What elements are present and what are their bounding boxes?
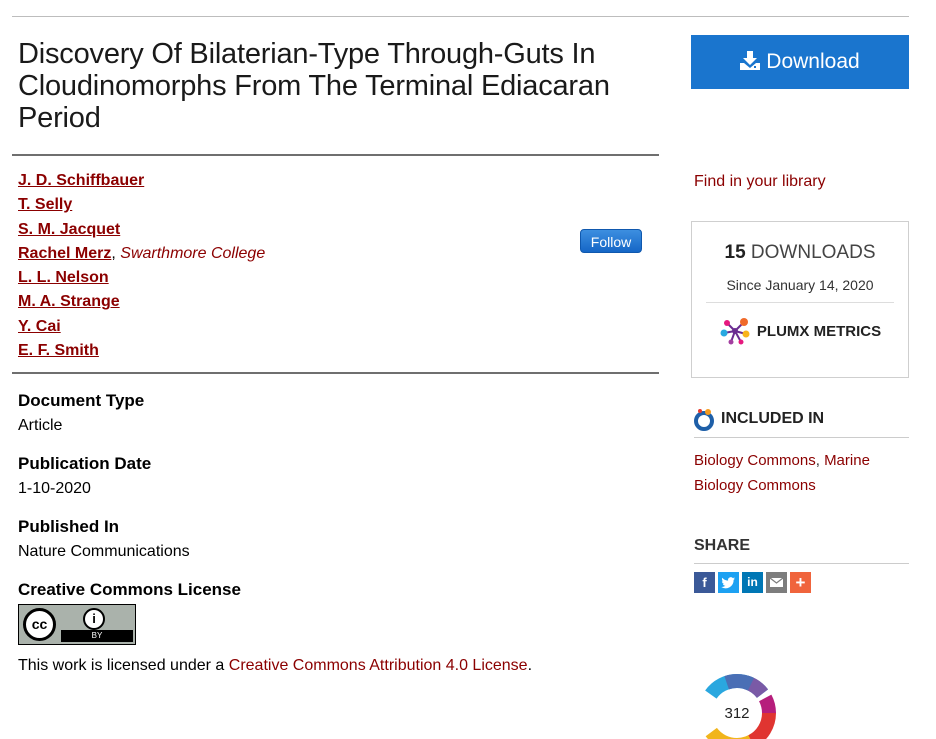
included-in-section: INCLUDED IN Biology Commons, Marine Biol… — [694, 405, 909, 498]
field-label: Creative Commons License — [18, 580, 241, 600]
share-icons: f in + — [694, 572, 909, 593]
author-link[interactable]: Y. Cai — [18, 318, 61, 335]
author-item: J. D. Schiffbauer — [18, 169, 659, 193]
share-divider — [694, 563, 909, 564]
author-item: E. F. Smith — [18, 339, 659, 363]
author-item: T. Selly — [18, 193, 659, 217]
downloads-number: 15 — [724, 242, 746, 263]
field-label: Publication Date — [18, 454, 152, 474]
included-links: Biology Commons, Marine Biology Commons — [694, 448, 909, 498]
link-separator: , — [815, 452, 825, 469]
author-link[interactable]: T. Selly — [18, 196, 72, 213]
license-field: Creative Commons License cc i BY This wo… — [18, 580, 659, 676]
download-button[interactable]: Download — [691, 35, 909, 89]
main-content: Discovery Of Bilaterian-Type Through-Gut… — [12, 38, 659, 676]
author-link[interactable]: J. D. Schiffbauer — [18, 172, 144, 189]
included-in-heading: INCLUDED IN — [694, 405, 909, 433]
biology-commons-link[interactable]: Biology Commons — [694, 452, 816, 469]
download-icon — [740, 37, 761, 91]
license-link[interactable]: Creative Commons Attribution 4.0 License — [229, 657, 528, 674]
document-type-field: Document Type Article — [18, 391, 659, 436]
cc-by-label: BY — [61, 630, 133, 643]
plumx-metrics-link[interactable]: PLUMX METRICS — [692, 317, 908, 345]
license-text-suffix: . — [527, 657, 533, 675]
author-separator: , — [111, 244, 121, 262]
find-in-library-link[interactable]: Find in your library — [694, 173, 826, 191]
cc-icon: cc — [23, 608, 56, 642]
author-item: Y. Cai — [18, 315, 659, 339]
download-label: Download — [766, 50, 860, 73]
license-text: This work is licensed under a Creative C… — [18, 656, 659, 676]
author-link[interactable]: S. M. Jacquet — [18, 221, 120, 238]
sidebar: Download Find in your library 15 DOWNLOA… — [691, 35, 909, 739]
downloads-count: 15 DOWNLOADS — [692, 242, 908, 264]
twitter-icon[interactable] — [718, 572, 739, 593]
plumx-icon — [720, 318, 750, 345]
stats-divider — [706, 302, 894, 303]
attribution-icon: i — [83, 608, 105, 631]
field-label: Document Type — [18, 391, 145, 411]
bepress-commons-icon — [694, 409, 714, 431]
author-link[interactable]: M. A. Strange — [18, 293, 120, 310]
author-link[interactable]: L. L. Nelson — [18, 269, 109, 286]
downloads-since: Since January 14, 2020 — [726, 277, 874, 293]
altmetric-score: 312 — [724, 705, 749, 722]
author-link[interactable]: E. F. Smith — [18, 342, 99, 359]
author-item: Rachel Merz, Swarthmore College — [18, 242, 659, 266]
top-divider — [12, 16, 909, 17]
linkedin-icon[interactable]: in — [742, 572, 763, 593]
follow-button[interactable]: Follow — [580, 229, 642, 253]
facebook-icon[interactable]: f — [694, 572, 715, 593]
author-affiliation: Swarthmore College — [120, 244, 266, 262]
published-in-field: Published In Nature Communications — [18, 517, 659, 562]
author-list: J. D. Schiffbauer T. Selly S. M. Jacquet… — [12, 156, 659, 372]
author-item: S. M. Jacquet — [18, 218, 659, 242]
downloads-label: DOWNLOADS — [750, 242, 876, 263]
field-value: 1-10-2020 — [18, 480, 91, 498]
plumx-label: PLUMX METRICS — [756, 322, 882, 340]
license-text-prefix: This work is licensed under a — [18, 657, 229, 675]
field-value: Nature Communications — [18, 543, 190, 561]
article-title: Discovery Of Bilaterian-Type Through-Gut… — [18, 38, 610, 134]
included-divider — [694, 437, 909, 438]
cc-by-badge[interactable]: cc i BY — [18, 604, 136, 646]
field-value: Article — [18, 417, 63, 435]
more-icon[interactable]: + — [790, 572, 811, 593]
field-label: Published In — [18, 517, 120, 537]
author-item: L. L. Nelson — [18, 266, 659, 290]
download-stats-box: 15 DOWNLOADS Since January 14, 2020 PLUM… — [691, 221, 909, 378]
altmetric-badge[interactable]: 312 — [694, 633, 782, 739]
author-item: M. A. Strange — [18, 290, 659, 314]
share-section: SHARE f in + — [694, 537, 909, 593]
publication-date-field: Publication Date 1-10-2020 — [18, 454, 659, 499]
metadata-section: Document Type Article Publication Date 1… — [12, 391, 659, 676]
included-in-label: INCLUDED IN — [721, 410, 825, 427]
authors-divider — [12, 372, 659, 375]
email-icon[interactable] — [766, 572, 787, 593]
share-heading: SHARE — [694, 537, 751, 554]
author-link[interactable]: Rachel Merz — [18, 245, 111, 262]
